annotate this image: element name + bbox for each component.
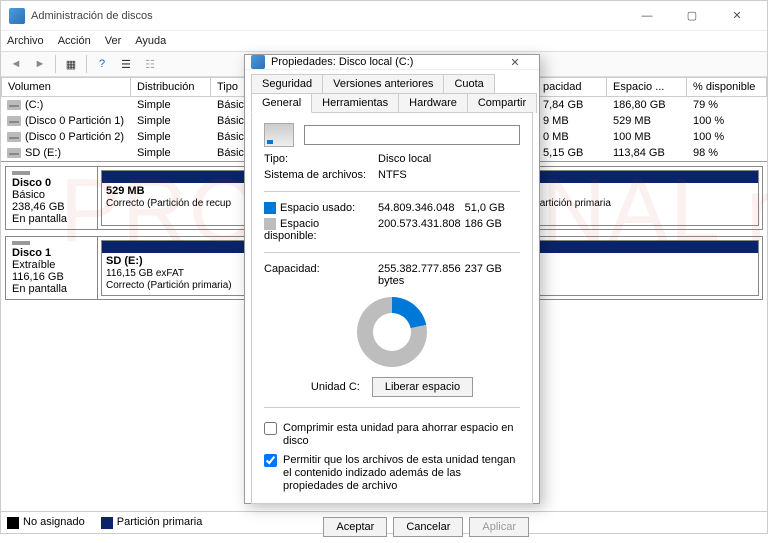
- fs-value: NTFS: [378, 169, 456, 181]
- legend-unallocated: No asignado: [23, 516, 85, 528]
- index-label: Permitir que los archivos de esta unidad…: [283, 454, 520, 493]
- col-layout[interactable]: Distribución: [131, 77, 211, 97]
- toolbar-list-icon[interactable]: ☰: [115, 54, 137, 74]
- apply-button[interactable]: Aplicar: [469, 517, 529, 537]
- tab-sharing[interactable]: Compartir: [467, 93, 537, 113]
- legend-primary-swatch: [101, 517, 113, 529]
- dialog-icon: [251, 55, 265, 69]
- tab-quota[interactable]: Cuota: [443, 74, 494, 93]
- menu-view[interactable]: Ver: [105, 35, 122, 47]
- disk-header[interactable]: Disco 1Extraíble116,16 GBEn pantalla: [6, 237, 98, 299]
- volume-icon: [7, 148, 21, 158]
- type-label: Tipo:: [264, 153, 374, 165]
- volume-label-input[interactable]: [304, 125, 520, 145]
- free-bytes: 200.573.431.808: [378, 218, 461, 242]
- compress-checkbox-row[interactable]: Comprimir esta unidad para ahorrar espac…: [264, 422, 520, 448]
- back-button: ◄: [5, 54, 27, 74]
- forward-button: ►: [29, 54, 51, 74]
- used-label: Espacio usado:: [280, 202, 355, 214]
- ok-button[interactable]: Aceptar: [323, 517, 387, 537]
- tab-security[interactable]: Seguridad: [251, 74, 323, 93]
- compress-label: Comprimir esta unidad para ahorrar espac…: [283, 422, 520, 448]
- toolbar-details-icon[interactable]: ☷: [139, 54, 161, 74]
- used-gb: 51,0 GB: [465, 202, 525, 214]
- properties-dialog: Propiedades: Disco local (C:) ✕ Segurida…: [244, 54, 540, 504]
- toolbar-grid-icon[interactable]: ▦: [60, 54, 82, 74]
- dialog-close-button[interactable]: ✕: [497, 56, 533, 69]
- capacity-label: Capacidad:: [264, 263, 374, 287]
- dialog-title: Propiedades: Disco local (C:): [271, 56, 413, 68]
- tab-hardware[interactable]: Hardware: [398, 93, 468, 113]
- legend-primary: Partición primaria: [117, 516, 203, 528]
- disk-header[interactable]: Disco 0Básico238,46 GBEn pantalla: [6, 167, 98, 229]
- tab-tools[interactable]: Herramientas: [311, 93, 399, 113]
- free-gb: 186 GB: [465, 218, 525, 242]
- fs-label: Sistema de archivos:: [264, 169, 374, 181]
- tab-strip: Seguridad Versiones anteriores Cuota Gen…: [245, 70, 539, 113]
- menu-action[interactable]: Acción: [58, 35, 91, 47]
- help-icon[interactable]: ?: [91, 54, 113, 74]
- volume-icon: [7, 100, 21, 110]
- col-volume[interactable]: Volumen: [1, 77, 131, 97]
- drive-icon: [264, 123, 294, 147]
- volume-icon: [7, 116, 21, 126]
- volume-icon: [7, 132, 21, 142]
- free-swatch: [264, 218, 276, 230]
- menu-help[interactable]: Ayuda: [135, 35, 166, 47]
- app-icon: [9, 8, 25, 24]
- tab-general-body: Tipo: Disco local Sistema de archivos: N…: [251, 112, 533, 504]
- drive-caption: Unidad C:: [311, 381, 360, 393]
- index-checkbox[interactable]: [264, 454, 277, 467]
- legend-unallocated-swatch: [7, 517, 19, 529]
- window-title: Administración de discos: [31, 10, 625, 22]
- dialog-titlebar: Propiedades: Disco local (C:) ✕: [245, 55, 539, 70]
- close-button[interactable]: ✕: [715, 2, 759, 30]
- used-bytes: 54.809.346.048: [378, 202, 461, 214]
- maximize-button[interactable]: ▢: [670, 2, 714, 30]
- col-free[interactable]: Espacio ...: [607, 77, 687, 97]
- index-checkbox-row[interactable]: Permitir que los archivos de esta unidad…: [264, 454, 520, 493]
- menu-file[interactable]: Archivo: [7, 35, 44, 47]
- col-pct[interactable]: % disponible: [687, 77, 767, 97]
- capacity-gb: 237 GB: [465, 263, 525, 287]
- used-swatch: [264, 202, 276, 214]
- disk-icon: [12, 171, 30, 175]
- tab-previous-versions[interactable]: Versiones anteriores: [322, 74, 444, 93]
- col-capacity[interactable]: pacidad: [537, 77, 607, 97]
- cancel-button[interactable]: Cancelar: [393, 517, 463, 537]
- compress-checkbox[interactable]: [264, 422, 277, 435]
- menubar: Archivo Acción Ver Ayuda: [1, 31, 767, 51]
- minimize-button[interactable]: —: [625, 2, 669, 30]
- type-value: Disco local: [378, 153, 456, 165]
- disk-icon: [12, 241, 30, 245]
- titlebar: Administración de discos — ▢ ✕: [1, 1, 767, 31]
- capacity-bytes: 255.382.777.856 bytes: [378, 263, 461, 287]
- usage-donut-chart: [357, 297, 427, 367]
- tab-general[interactable]: General: [251, 93, 312, 113]
- disk-cleanup-button[interactable]: Liberar espacio: [372, 377, 473, 397]
